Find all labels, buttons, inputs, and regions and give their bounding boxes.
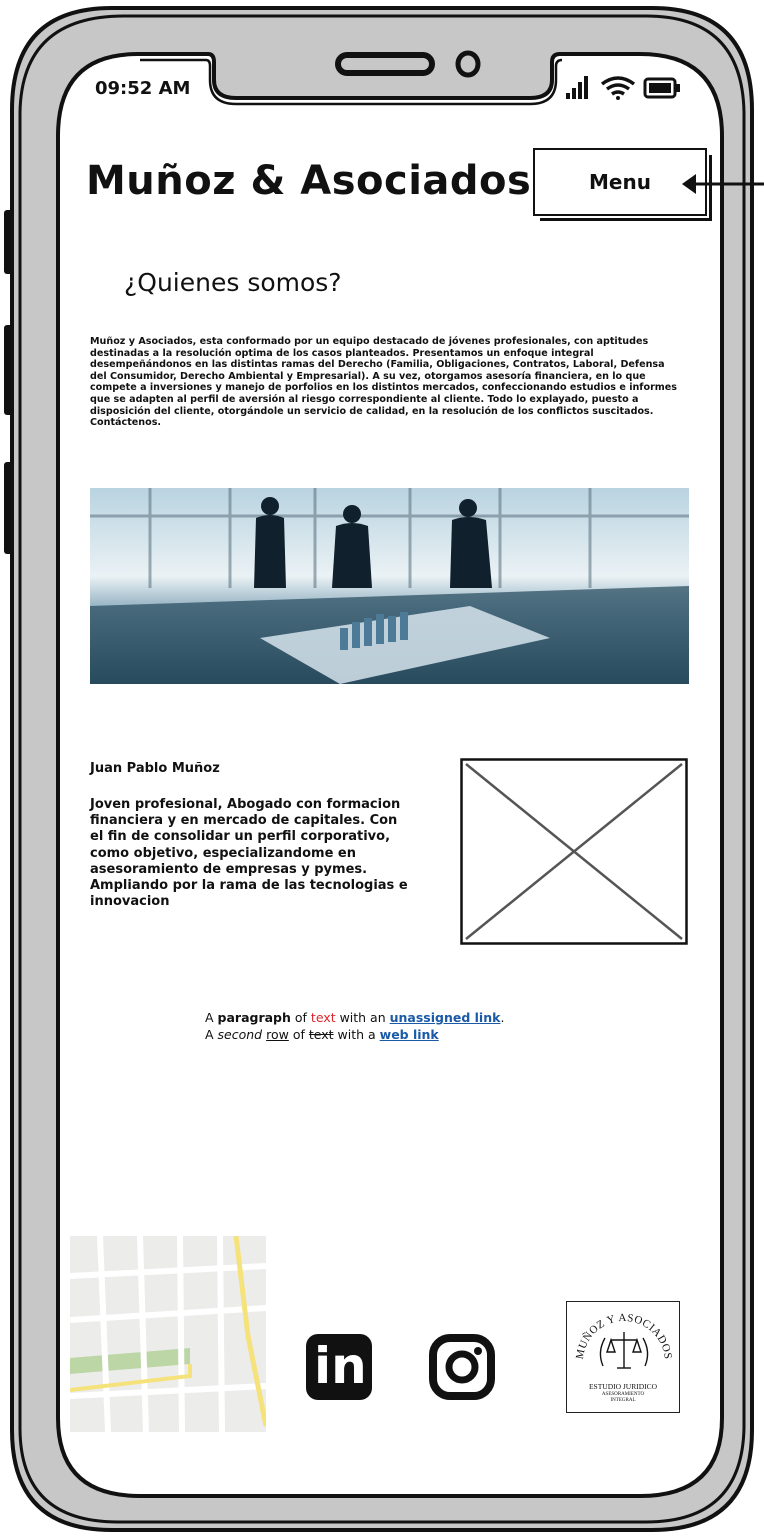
sample-line-1: A paragraph of text with an unassigned l… [205,1010,504,1027]
arrow-left-icon [682,174,764,194]
italic-text: second [217,1026,263,1042]
firm-logo[interactable]: MUÑOZ Y ASOCIADOS ESTUDIO JURIDICO ASESO… [566,1301,680,1413]
profile-bio: Joven profesional, Abogado con formacion… [90,797,408,910]
signal-icon [566,76,588,99]
wifi-icon [600,76,636,100]
sample-text: A [205,1010,218,1025]
logo-line-3: INTEGRAL [610,1398,636,1403]
linkedin-letters: in [314,1337,367,1395]
sample-text: of [290,1010,311,1025]
sample-text: of [288,1026,309,1042]
red-text: text [310,1010,336,1025]
battery-icon [643,77,680,99]
sample-text: with an [335,1010,390,1025]
profile-name: Juan Pablo Muñoz [90,761,220,776]
sample-text: A [205,1026,218,1042]
linkedin-icon[interactable]: in [306,1334,372,1400]
sample-text: with a [333,1026,380,1042]
status-time: 09:52 AM [95,78,191,99]
sample-line-2: A second row of text with a web link [205,1027,504,1044]
side-button-top [4,210,14,274]
scales-icon [599,1332,649,1369]
unassigned-link[interactable]: unassigned link [390,1010,501,1025]
strikethrough-text: text [308,1026,334,1042]
side-button-mid [4,325,14,415]
map-icon[interactable] [70,1236,266,1432]
side-button-bottom [4,462,14,554]
instagram-icon[interactable] [429,1334,495,1400]
image-placeholder [460,758,688,945]
bold-text: paragraph [217,1010,291,1025]
about-heading: ¿Quienes somos? [124,268,342,297]
sample-text: . [500,1010,505,1025]
hero-image [90,488,689,684]
menu-button-label: Menu [589,170,651,194]
underlined-text: row [266,1026,289,1042]
logo-line-2: ASESORAMIENTO [601,1392,645,1397]
status-icons [566,76,680,100]
logo-line-1: ESTUDIO JURIDICO [588,1382,658,1391]
sample-paragraph: A paragraph of text with an unassigned l… [205,1010,504,1043]
web-link[interactable]: web link [380,1027,439,1042]
site-title: Muñoz & Asociados [86,158,532,204]
about-body: Muñoz y Asociados, esta conformado por u… [90,336,678,429]
